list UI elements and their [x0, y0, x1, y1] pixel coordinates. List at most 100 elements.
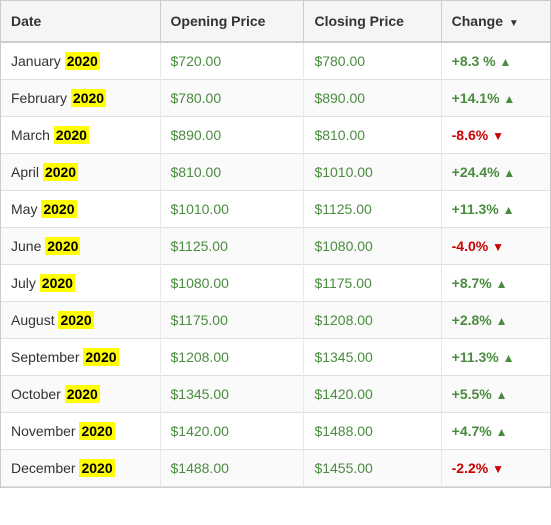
change-cell: +4.7% ▲: [441, 413, 550, 450]
closing-price-cell: $1208.00: [304, 302, 441, 339]
date-cell: August 2020: [1, 302, 160, 339]
opening-price-cell: $1080.00: [160, 265, 304, 302]
closing-price-cell: $1455.00: [304, 450, 441, 487]
closing-price-cell: $890.00: [304, 80, 441, 117]
change-value: -4.0% ▼: [452, 238, 504, 254]
up-arrow-icon: ▲: [503, 166, 515, 180]
date-cell: December 2020: [1, 450, 160, 487]
change-value: +2.8% ▲: [452, 312, 508, 328]
change-cell: +14.1% ▲: [441, 80, 550, 117]
change-cell: +5.5% ▲: [441, 376, 550, 413]
date-cell: March 2020: [1, 117, 160, 154]
change-value: +11.3% ▲: [452, 349, 515, 365]
opening-price-cell: $1125.00: [160, 228, 304, 265]
opening-price-cell: $1488.00: [160, 450, 304, 487]
opening-price-cell: $890.00: [160, 117, 304, 154]
table-row: October 2020 $1345.00$1420.00 +5.5% ▲: [1, 376, 550, 413]
opening-price-cell: $810.00: [160, 154, 304, 191]
change-header[interactable]: Change ▼: [441, 1, 550, 42]
change-value: +8.3 % ▲: [452, 53, 512, 69]
up-arrow-icon: ▲: [503, 203, 515, 217]
change-value: +4.7% ▲: [452, 423, 508, 439]
change-value: +8.7% ▲: [452, 275, 508, 291]
opening-price-cell: $1345.00: [160, 376, 304, 413]
month-label: December: [11, 460, 79, 476]
change-value: -2.2% ▼: [452, 460, 504, 476]
price-table-container: Date Opening Price Closing Price Change …: [0, 0, 551, 488]
table-row: January 2020 $720.00$780.00 +8.3 % ▲: [1, 42, 550, 80]
table-row: September 2020$1208.00$1345.00+11.3% ▲: [1, 339, 550, 376]
month-label: April: [11, 164, 43, 180]
change-cell: +8.7% ▲: [441, 265, 550, 302]
date-header[interactable]: Date: [1, 1, 160, 42]
up-arrow-icon: ▲: [500, 55, 512, 69]
month-label: August: [11, 312, 58, 328]
closing-price-cell: $1420.00: [304, 376, 441, 413]
sort-icon: ▼: [509, 18, 519, 29]
table-row: February 2020$780.00$890.00+14.1% ▲: [1, 80, 550, 117]
table-row: August 2020$1175.00$1208.00+2.8% ▲: [1, 302, 550, 339]
closing-price-cell: $780.00: [304, 42, 441, 80]
closing-price-cell: $1345.00: [304, 339, 441, 376]
date-cell: May 2020: [1, 191, 160, 228]
table-row: December 2020$1488.00$1455.00-2.2% ▼: [1, 450, 550, 487]
table-row: May 2020$1010.00$1125.00+11.3% ▲: [1, 191, 550, 228]
month-label: March: [11, 127, 54, 143]
opening-price-cell: $720.00: [160, 42, 304, 80]
date-cell: November 2020: [1, 413, 160, 450]
change-value: +5.5% ▲: [452, 386, 508, 402]
price-table: Date Opening Price Closing Price Change …: [1, 1, 550, 487]
month-label: September: [11, 349, 83, 365]
year-label: 2020: [71, 89, 106, 107]
month-label: February: [11, 90, 71, 106]
year-label: 2020: [41, 200, 76, 218]
closing-price-cell: $1488.00: [304, 413, 441, 450]
table-row: March 2020$890.00$810.00-8.6% ▼: [1, 117, 550, 154]
month-label: November: [11, 423, 79, 439]
year-label: 2020: [43, 163, 78, 181]
change-value: +24.4% ▲: [452, 164, 516, 180]
opening-price-cell: $1420.00: [160, 413, 304, 450]
change-value: +14.1% ▲: [452, 90, 516, 106]
change-cell: +2.8% ▲: [441, 302, 550, 339]
down-arrow-icon: ▼: [492, 129, 504, 143]
up-arrow-icon: ▲: [496, 425, 508, 439]
change-cell: -4.0% ▼: [441, 228, 550, 265]
year-label: 2020: [65, 385, 100, 403]
change-value: +11.3% ▲: [452, 201, 515, 217]
month-label: January: [11, 53, 65, 69]
year-label: 2020: [79, 422, 114, 440]
month-label: July: [11, 275, 40, 291]
down-arrow-icon: ▼: [492, 462, 504, 476]
up-arrow-icon: ▲: [503, 92, 515, 106]
table-row: July 2020 $1080.00$1175.00 +8.7% ▲: [1, 265, 550, 302]
up-arrow-icon: ▲: [496, 277, 508, 291]
closing-price-cell: $1010.00: [304, 154, 441, 191]
year-label: 2020: [79, 459, 114, 477]
up-arrow-icon: ▲: [496, 388, 508, 402]
opening-price-cell: $780.00: [160, 80, 304, 117]
up-arrow-icon: ▲: [503, 351, 515, 365]
year-label: 2020: [65, 52, 100, 70]
change-cell: +11.3% ▲: [441, 191, 550, 228]
closing-price-cell: $1080.00: [304, 228, 441, 265]
month-label: October: [11, 386, 65, 402]
month-label: May: [11, 201, 41, 217]
year-label: 2020: [54, 126, 89, 144]
closing-price-cell: $1175.00: [304, 265, 441, 302]
change-cell: -8.6% ▼: [441, 117, 550, 154]
closing-price-header: Closing Price: [304, 1, 441, 42]
year-label: 2020: [40, 274, 75, 292]
down-arrow-icon: ▼: [492, 240, 504, 254]
opening-price-cell: $1010.00: [160, 191, 304, 228]
year-label: 2020: [45, 237, 80, 255]
year-label: 2020: [83, 348, 118, 366]
change-cell: +8.3 % ▲: [441, 42, 550, 80]
up-arrow-icon: ▲: [496, 314, 508, 328]
year-label: 2020: [58, 311, 93, 329]
month-label: June: [11, 238, 45, 254]
date-cell: June 2020: [1, 228, 160, 265]
change-value: -8.6% ▼: [452, 127, 504, 143]
date-cell: April 2020: [1, 154, 160, 191]
date-cell: February 2020: [1, 80, 160, 117]
